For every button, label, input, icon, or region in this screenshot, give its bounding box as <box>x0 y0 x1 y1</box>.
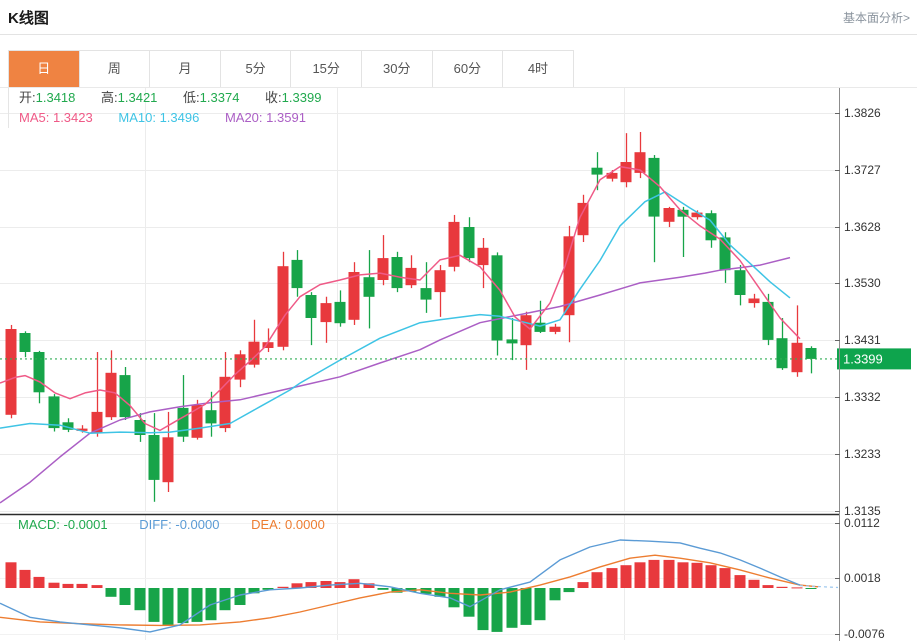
low-label: 低: <box>183 90 200 105</box>
ma5-label: MA5: <box>19 110 49 125</box>
close-label: 收: <box>265 90 282 105</box>
high-value: 1.3421 <box>118 90 158 105</box>
ohlc-legend-row: 开:1.3418 高:1.3421 低:1.3374 收:1.3399 <box>19 88 579 108</box>
svg-text:1.3233: 1.3233 <box>844 447 881 461</box>
close-value: 1.3399 <box>282 90 322 105</box>
svg-text:1.3530: 1.3530 <box>844 276 881 290</box>
svg-text:-0.0076: -0.0076 <box>844 627 885 641</box>
svg-text:1.3332: 1.3332 <box>844 390 881 404</box>
ma10-value: 1.3496 <box>160 110 200 125</box>
kline-widget: { "header": { "title": "K线图", "link": "基… <box>0 0 917 644</box>
macd-value: -0.0001 <box>64 517 108 532</box>
svg-text:1.3628: 1.3628 <box>844 220 881 234</box>
dea-value: 0.0000 <box>285 517 325 532</box>
open-label: 开: <box>19 90 36 105</box>
svg-text:1.3399: 1.3399 <box>843 351 883 366</box>
ma10-label: MA10: <box>118 110 156 125</box>
svg-text:0.0112: 0.0112 <box>844 516 880 530</box>
svg-text:1.3826: 1.3826 <box>844 106 881 120</box>
svg-text:1.3727: 1.3727 <box>844 163 881 177</box>
ma20-value: 1.3591 <box>266 110 306 125</box>
high-label: 高: <box>101 90 118 105</box>
diff-label: DIFF: <box>139 517 172 532</box>
svg-text:0.0018: 0.0018 <box>844 571 881 585</box>
diff-value: -0.0000 <box>175 517 219 532</box>
open-value: 1.3418 <box>36 90 76 105</box>
ma-legend-row: MA5: 1.3423 MA10: 1.3496 MA20: 1.3591 <box>19 108 579 128</box>
low-value: 1.3374 <box>200 90 240 105</box>
ma20-label: MA20: <box>225 110 263 125</box>
macd-label: MACD: <box>18 517 60 532</box>
svg-text:1.3431: 1.3431 <box>844 333 881 347</box>
ma5-value: 1.3423 <box>53 110 93 125</box>
dea-label: DEA: <box>251 517 281 532</box>
ohlc-ma-legend: 开:1.3418 高:1.3421 低:1.3374 收:1.3399 MA5:… <box>8 88 579 128</box>
macd-legend-row: MACD: -0.0001 DIFF: -0.0000 DEA: 0.0000 <box>18 517 353 532</box>
